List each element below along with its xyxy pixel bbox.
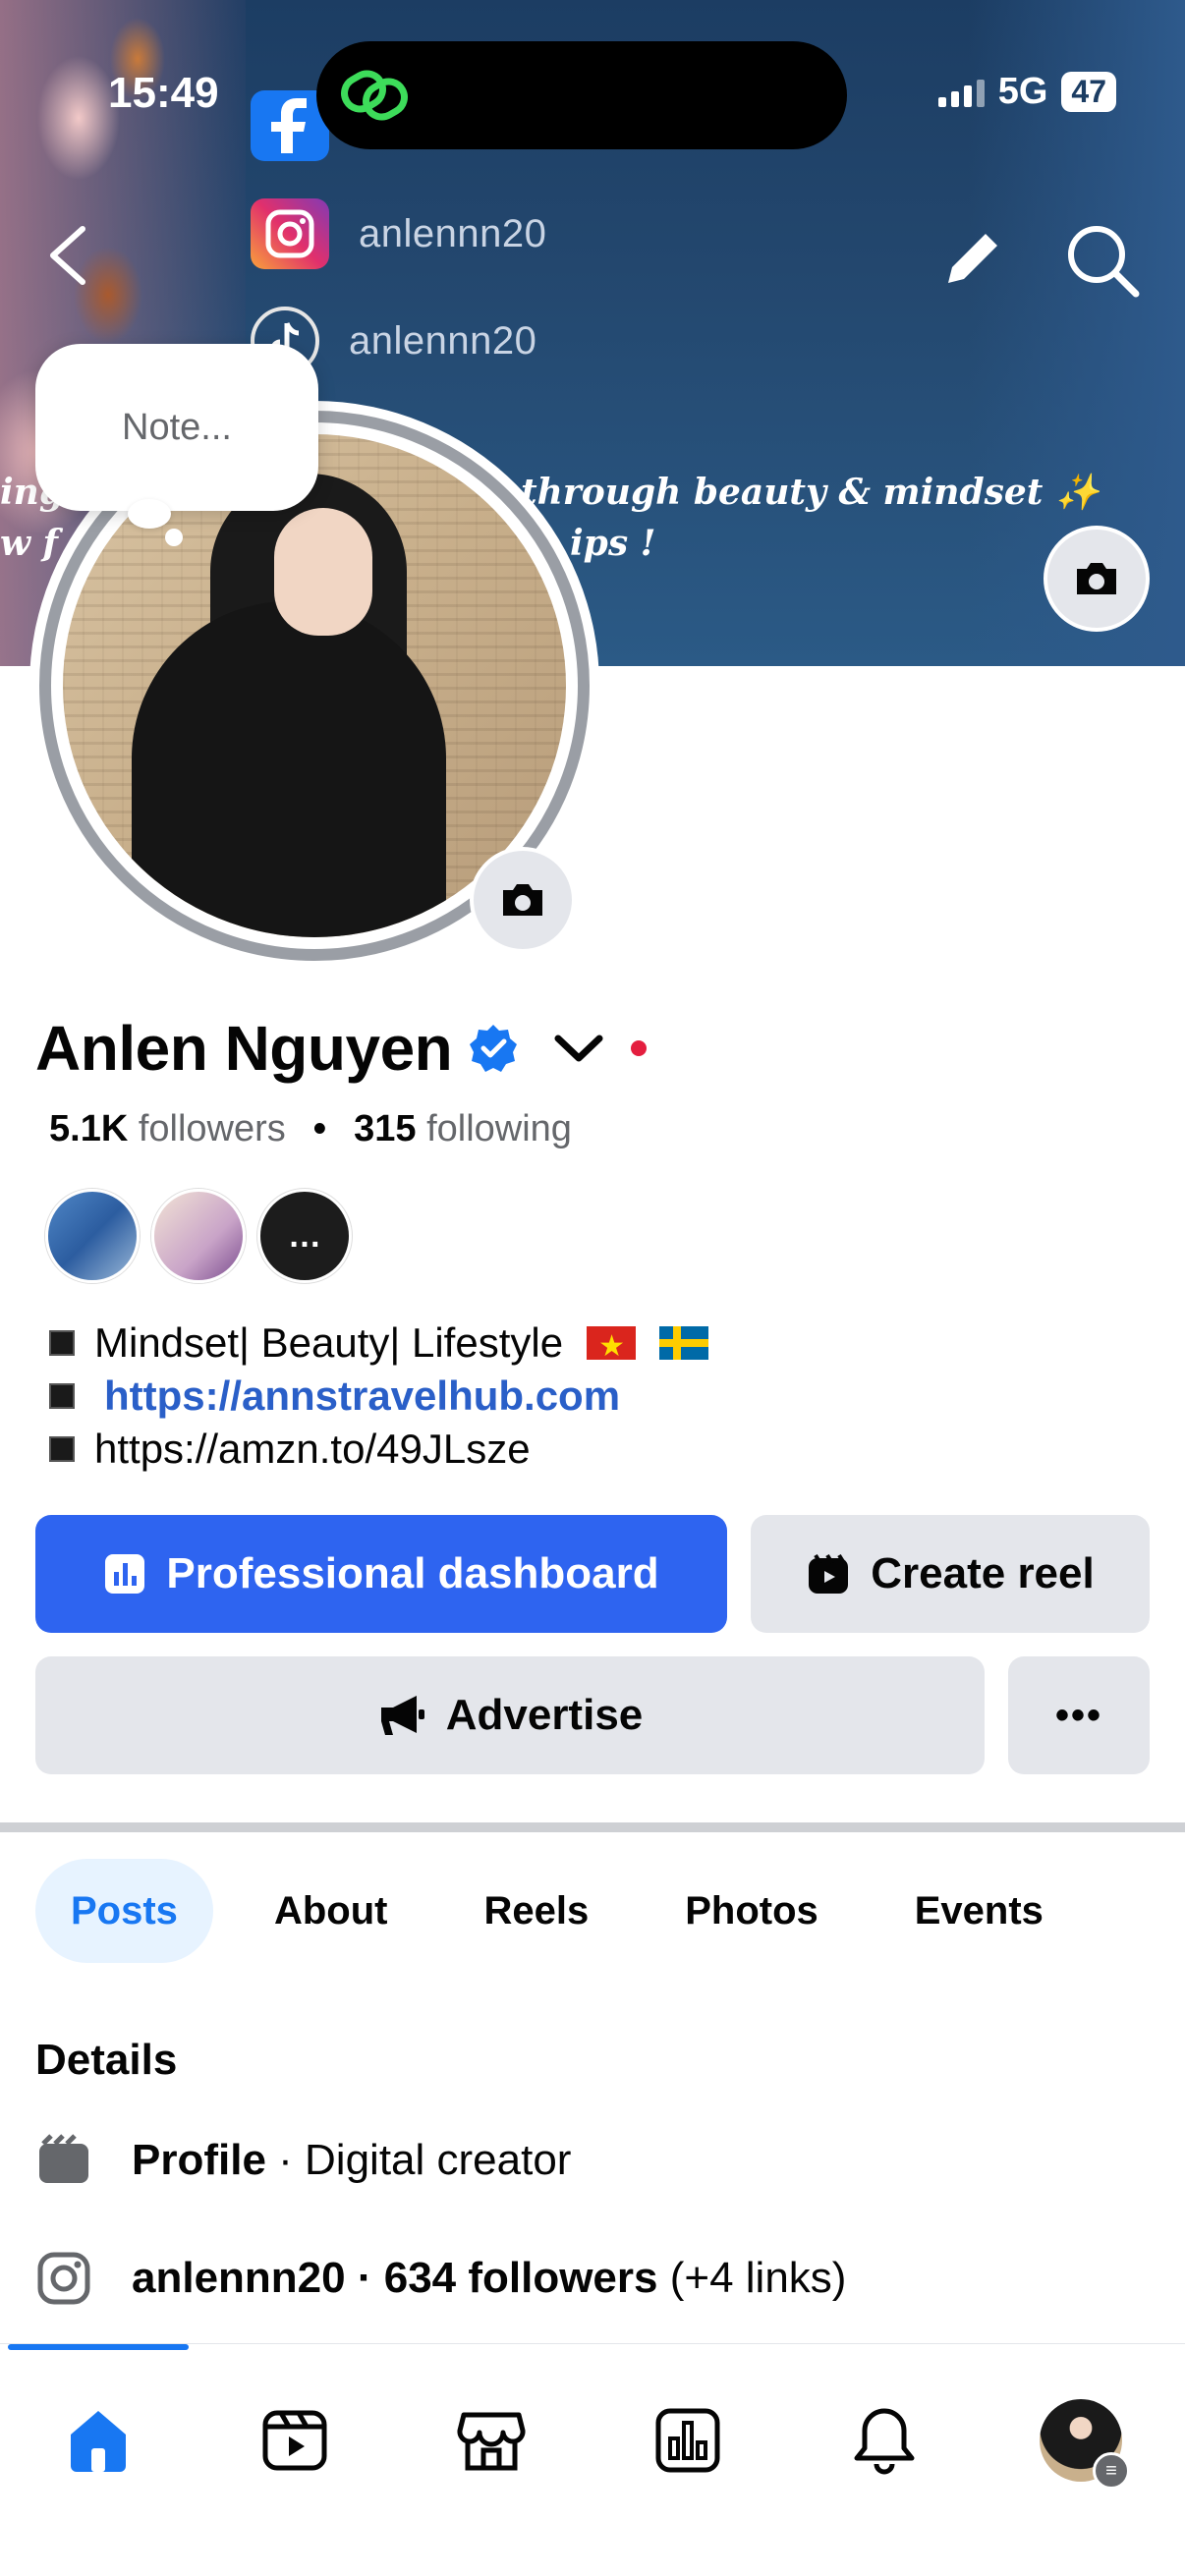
bio-text: Mindset| Beauty| Lifestyle [94,1319,564,1366]
megaphone-icon [380,1696,424,1735]
advertise-button[interactable]: Advertise [35,1656,985,1774]
active-tab-indicator [8,2344,189,2350]
detail-profile-row: Profile · Digital creator [35,2132,571,2189]
nav-profile[interactable]: ≡ [1032,2391,1130,2490]
dynamic-island [316,41,847,149]
profile-tabs: Posts About Reels Photos Events [35,1859,1079,1963]
more-options-icon: ••• [1054,1693,1102,1737]
bell-icon [854,2408,915,2475]
friend-avatar[interactable] [45,1189,140,1283]
follow-stats: 5.1K followers • 315 following [49,1108,572,1150]
bio-line: https://amzn.to/49JLsze [49,1423,708,1476]
create-reel-label: Create reel [871,1549,1095,1597]
professional-dashboard-label: Professional dashboard [166,1549,659,1597]
nav-dashboard[interactable] [639,2391,737,2490]
more-options-button[interactable]: ••• [1008,1656,1150,1774]
bio: Mindset| Beauty| Lifestyle https://annst… [49,1316,709,1476]
detail-instagram-bold: anlennn20 · 634 followers [132,2254,658,2302]
instagram-icon [251,198,329,269]
nav-marketplace[interactable] [442,2391,540,2490]
sweden-flag-icon [659,1326,709,1360]
cover-camera-button[interactable] [1044,526,1150,632]
section-divider [0,1822,1185,1832]
cover-tagline-right-2: ips ! [570,523,656,564]
search-icon[interactable] [1063,221,1142,300]
bio-line: Mindset| Beauty| Lifestyle [49,1316,709,1373]
avatar-camera-button[interactable] [470,847,576,953]
black-square-icon [49,1436,75,1462]
create-reel-button[interactable]: Create reel [751,1515,1150,1633]
cover-tagline-right: through beauty & mindset ✨ [521,472,1100,513]
link-icon [341,70,408,121]
details-title: Details [35,2036,178,2084]
tab-reels[interactable]: Reels [448,1859,624,1963]
nav-profile-avatar: ≡ [1040,2399,1130,2490]
black-square-icon [49,1383,75,1409]
bio-line: https://annstravelhub.com [49,1370,708,1423]
more-friends-avatar[interactable]: … [257,1189,352,1283]
cover-tagline-left-2: w f [0,523,59,564]
advertise-label: Advertise [445,1691,644,1739]
tab-posts[interactable]: Posts [35,1859,213,1963]
detail-profile-category: · Digital creator [265,2136,572,2184]
followers-stat[interactable]: 5.1K followers [49,1108,286,1150]
home-icon [71,2411,126,2472]
mutual-friends[interactable]: … [45,1189,352,1283]
name-row: Anlen Nguyen [35,1012,648,1085]
camera-icon [503,884,542,916]
stats-separator: • [312,1108,327,1149]
menu-icon: ≡ [1093,2452,1130,2490]
reel-icon [809,1553,849,1594]
bio-amazon-link[interactable]: https://amzn.to/49JLsze [94,1423,531,1476]
bio-website-link[interactable]: https://annstravelhub.com [104,1370,620,1423]
detail-instagram-links: (+4 links) [657,2254,847,2302]
note-bubble-tail-dot [165,529,183,546]
verified-badge-icon [470,1025,518,1072]
profile-name: Anlen Nguyen [35,1013,453,1084]
status-time: 15:49 [108,69,219,117]
detail-profile-bold: Profile [132,2136,266,2184]
video-icon [262,2410,327,2471]
signal-icon [937,78,985,107]
dashboard-icon [655,2408,720,2473]
nav-notifications[interactable] [835,2391,933,2490]
professional-dashboard-button[interactable]: Professional dashboard [35,1515,727,1633]
note-bubble[interactable]: Note... [35,344,318,511]
cover-instagram-handle: anlennn20 [359,211,547,255]
cover-instagram-row: anlennn20 [251,198,546,269]
tab-about[interactable]: About [239,1859,423,1963]
marketplace-icon [457,2412,526,2471]
tab-photos[interactable]: Photos [649,1859,854,1963]
friend-avatar[interactable] [151,1189,246,1283]
cover-tiktok-handle: anlennn20 [349,318,537,363]
notification-dot [631,1040,648,1056]
tab-events[interactable]: Events [879,1859,1079,1963]
note-bubble-tail [128,499,171,529]
back-icon[interactable] [39,221,98,290]
following-stat[interactable]: 315 following [354,1108,572,1150]
chevron-down-icon[interactable] [552,1029,605,1068]
black-square-icon [49,1330,75,1356]
instagram-icon [37,2252,90,2305]
nav-home[interactable] [49,2391,147,2490]
nav-video[interactable] [246,2391,344,2490]
dashboard-icon [105,1554,145,1594]
edit-icon[interactable] [938,224,1007,293]
status-right: 5G 47 [937,71,1116,113]
vietnam-flag-icon [587,1320,637,1373]
bottom-nav: ≡ [0,2343,1185,2576]
detail-instagram-row[interactable]: anlennn20 · 634 followers (+4 links) [35,2250,846,2307]
clapperboard-icon [39,2134,88,2183]
network-label: 5G [997,71,1048,112]
camera-icon [1077,563,1116,594]
battery-icon: 47 [1061,72,1116,112]
